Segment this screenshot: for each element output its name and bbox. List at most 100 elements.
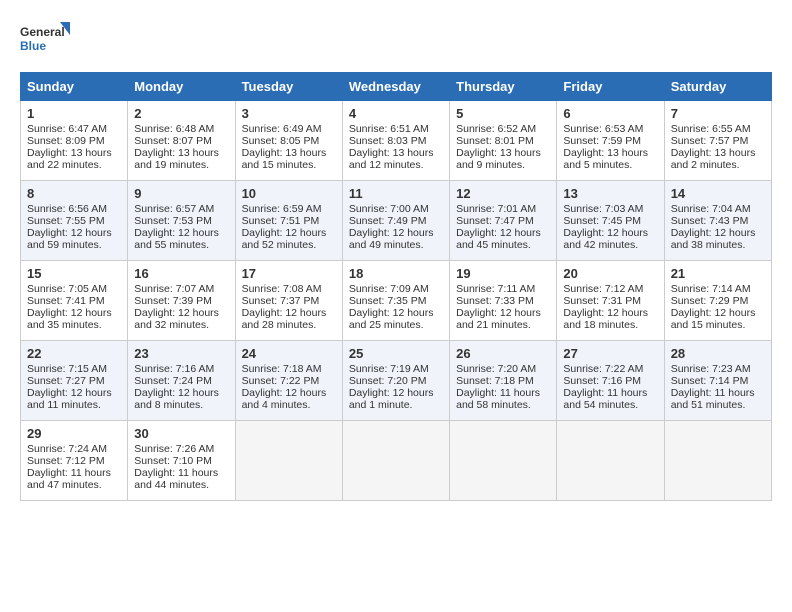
- day-info: Daylight: 12 hours: [456, 227, 550, 239]
- day-info: and 11 minutes.: [27, 399, 121, 411]
- day-number: 8: [27, 186, 121, 201]
- day-info: and 54 minutes.: [563, 399, 657, 411]
- day-info: Sunset: 8:03 PM: [349, 135, 443, 147]
- day-info: Daylight: 11 hours: [456, 387, 550, 399]
- day-info: Sunrise: 7:24 AM: [27, 443, 121, 455]
- day-info: Sunset: 7:14 PM: [671, 375, 765, 387]
- day-number: 6: [563, 106, 657, 121]
- day-number: 3: [242, 106, 336, 121]
- page-header: General Blue: [20, 20, 772, 62]
- day-info: Sunset: 7:53 PM: [134, 215, 228, 227]
- day-info: Sunset: 7:45 PM: [563, 215, 657, 227]
- day-info: Sunrise: 7:18 AM: [242, 363, 336, 375]
- day-info: Sunset: 7:35 PM: [349, 295, 443, 307]
- day-info: Sunrise: 7:00 AM: [349, 203, 443, 215]
- header-day-thursday: Thursday: [450, 73, 557, 101]
- logo-svg: General Blue: [20, 20, 70, 62]
- day-info: Sunset: 7:37 PM: [242, 295, 336, 307]
- day-info: Sunset: 7:12 PM: [27, 455, 121, 467]
- day-info: Sunrise: 6:51 AM: [349, 123, 443, 135]
- day-info: Sunset: 7:59 PM: [563, 135, 657, 147]
- day-info: Daylight: 12 hours: [134, 307, 228, 319]
- day-info: Sunrise: 6:48 AM: [134, 123, 228, 135]
- day-info: Daylight: 11 hours: [671, 387, 765, 399]
- day-info: Sunrise: 7:16 AM: [134, 363, 228, 375]
- day-info: Sunset: 7:47 PM: [456, 215, 550, 227]
- day-info: Sunset: 8:09 PM: [27, 135, 121, 147]
- day-number: 24: [242, 346, 336, 361]
- calendar-cell: 8Sunrise: 6:56 AMSunset: 7:55 PMDaylight…: [21, 181, 128, 261]
- day-info: Sunset: 7:20 PM: [349, 375, 443, 387]
- calendar-cell: 22Sunrise: 7:15 AMSunset: 7:27 PMDayligh…: [21, 341, 128, 421]
- day-info: Sunrise: 6:55 AM: [671, 123, 765, 135]
- day-number: 17: [242, 266, 336, 281]
- day-number: 20: [563, 266, 657, 281]
- header-row: SundayMondayTuesdayWednesdayThursdayFrid…: [21, 73, 772, 101]
- day-info: Sunrise: 7:14 AM: [671, 283, 765, 295]
- calendar-row: 15Sunrise: 7:05 AMSunset: 7:41 PMDayligh…: [21, 261, 772, 341]
- calendar-cell: 17Sunrise: 7:08 AMSunset: 7:37 PMDayligh…: [235, 261, 342, 341]
- day-info: and 28 minutes.: [242, 319, 336, 331]
- day-info: Sunset: 7:22 PM: [242, 375, 336, 387]
- day-number: 14: [671, 186, 765, 201]
- calendar-cell: 11Sunrise: 7:00 AMSunset: 7:49 PMDayligh…: [342, 181, 449, 261]
- day-info: Sunset: 7:29 PM: [671, 295, 765, 307]
- calendar-cell: 23Sunrise: 7:16 AMSunset: 7:24 PMDayligh…: [128, 341, 235, 421]
- day-number: 18: [349, 266, 443, 281]
- calendar-row: 29Sunrise: 7:24 AMSunset: 7:12 PMDayligh…: [21, 421, 772, 501]
- calendar-row: 22Sunrise: 7:15 AMSunset: 7:27 PMDayligh…: [21, 341, 772, 421]
- svg-text:General: General: [20, 25, 65, 39]
- day-info: Daylight: 13 hours: [134, 147, 228, 159]
- calendar-cell: 1Sunrise: 6:47 AMSunset: 8:09 PMDaylight…: [21, 101, 128, 181]
- day-info: Sunset: 7:55 PM: [27, 215, 121, 227]
- day-info: and 51 minutes.: [671, 399, 765, 411]
- day-info: Daylight: 13 hours: [242, 147, 336, 159]
- calendar-cell: 3Sunrise: 6:49 AMSunset: 8:05 PMDaylight…: [235, 101, 342, 181]
- day-info: Sunset: 7:16 PM: [563, 375, 657, 387]
- day-info: Sunset: 8:05 PM: [242, 135, 336, 147]
- day-info: Sunset: 7:51 PM: [242, 215, 336, 227]
- day-number: 12: [456, 186, 550, 201]
- calendar-row: 8Sunrise: 6:56 AMSunset: 7:55 PMDaylight…: [21, 181, 772, 261]
- calendar-cell: [342, 421, 449, 501]
- calendar-cell: 16Sunrise: 7:07 AMSunset: 7:39 PMDayligh…: [128, 261, 235, 341]
- calendar-cell: 5Sunrise: 6:52 AMSunset: 8:01 PMDaylight…: [450, 101, 557, 181]
- calendar-cell: 12Sunrise: 7:01 AMSunset: 7:47 PMDayligh…: [450, 181, 557, 261]
- day-info: Sunset: 7:24 PM: [134, 375, 228, 387]
- day-info: Daylight: 12 hours: [134, 227, 228, 239]
- day-info: Sunrise: 7:11 AM: [456, 283, 550, 295]
- calendar-cell: 25Sunrise: 7:19 AMSunset: 7:20 PMDayligh…: [342, 341, 449, 421]
- day-info: Daylight: 12 hours: [242, 387, 336, 399]
- calendar-cell: 15Sunrise: 7:05 AMSunset: 7:41 PMDayligh…: [21, 261, 128, 341]
- calendar-cell: 26Sunrise: 7:20 AMSunset: 7:18 PMDayligh…: [450, 341, 557, 421]
- day-info: Daylight: 13 hours: [349, 147, 443, 159]
- day-info: and 47 minutes.: [27, 479, 121, 491]
- day-info: Sunset: 7:18 PM: [456, 375, 550, 387]
- day-number: 26: [456, 346, 550, 361]
- calendar-cell: 6Sunrise: 6:53 AMSunset: 7:59 PMDaylight…: [557, 101, 664, 181]
- calendar-cell: 30Sunrise: 7:26 AMSunset: 7:10 PMDayligh…: [128, 421, 235, 501]
- day-info: Sunset: 7:41 PM: [27, 295, 121, 307]
- day-info: Sunset: 7:49 PM: [349, 215, 443, 227]
- day-number: 21: [671, 266, 765, 281]
- day-info: and 5 minutes.: [563, 159, 657, 171]
- day-info: and 15 minutes.: [671, 319, 765, 331]
- day-number: 10: [242, 186, 336, 201]
- day-info: and 8 minutes.: [134, 399, 228, 411]
- day-info: Daylight: 12 hours: [242, 227, 336, 239]
- header-day-monday: Monday: [128, 73, 235, 101]
- day-info: and 1 minute.: [349, 399, 443, 411]
- day-info: Daylight: 13 hours: [563, 147, 657, 159]
- day-info: Sunrise: 7:23 AM: [671, 363, 765, 375]
- calendar-cell: [235, 421, 342, 501]
- day-info: Sunrise: 6:52 AM: [456, 123, 550, 135]
- calendar-cell: [450, 421, 557, 501]
- day-number: 23: [134, 346, 228, 361]
- header-day-friday: Friday: [557, 73, 664, 101]
- calendar-cell: 28Sunrise: 7:23 AMSunset: 7:14 PMDayligh…: [664, 341, 771, 421]
- day-number: 27: [563, 346, 657, 361]
- day-info: Sunset: 7:33 PM: [456, 295, 550, 307]
- day-info: Sunrise: 7:12 AM: [563, 283, 657, 295]
- day-number: 2: [134, 106, 228, 121]
- day-info: Daylight: 12 hours: [563, 227, 657, 239]
